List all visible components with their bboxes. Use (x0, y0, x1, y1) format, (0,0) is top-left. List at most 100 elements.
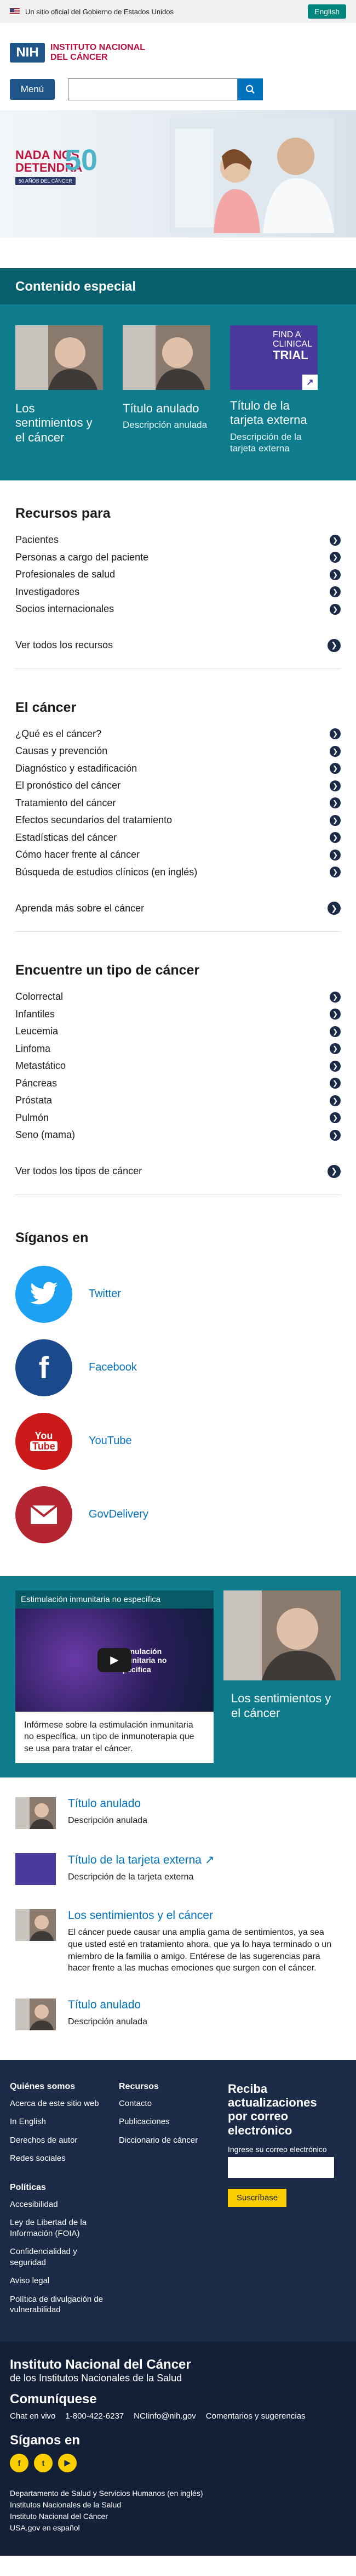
feature-title[interactable]: Título anulado (68, 1998, 147, 2012)
feature-desc: Descripción anulada (68, 2017, 147, 2026)
footer-link[interactable]: Aviso legal (10, 2275, 106, 2286)
chevron-right-icon: ❯ (330, 780, 341, 791)
email-link[interactable]: NCIinfo@nih.gov (134, 2411, 196, 2421)
chevron-right-icon: ❯ (330, 569, 341, 580)
chevron-right-icon: ❯ (330, 763, 341, 774)
list-item[interactable]: Colorrectal ❯ (15, 988, 341, 1006)
footer-link[interactable]: USA.gov en español (10, 2522, 346, 2534)
youtube-link[interactable]: You Tube YouTube (15, 1412, 341, 1470)
list-item[interactable]: Metastático ❯ (15, 1057, 341, 1075)
search-icon (245, 84, 255, 94)
list-item[interactable]: Investigadores ❯ (15, 584, 341, 601)
play-icon[interactable]: ▶ (97, 1647, 131, 1672)
list-item[interactable]: Páncreas ❯ (15, 1075, 341, 1092)
video-desc: Infórmese sobre la estimulación inmunita… (24, 1720, 194, 1753)
external-link-icon: ↗ (204, 1854, 215, 1867)
footer-link[interactable]: Ley de Libertad de la Información (FOIA) (10, 2217, 106, 2239)
feature-item: Título de la tarjeta externa ↗ Descripci… (15, 1853, 341, 1886)
card-titulo-anulado[interactable]: Título anulado Descripción anulada (123, 325, 210, 454)
list-item[interactable]: Seno (mama) ❯ (15, 1126, 341, 1144)
video-player[interactable]: Estimulación inmunitaria no específica ▶ (15, 1608, 214, 1712)
subscribe-button[interactable]: Suscríbase (228, 2188, 287, 2207)
view-all-resources-link[interactable]: Ver todos los recursos ❯ (15, 638, 341, 652)
list-item[interactable]: Socios internacionales ❯ (15, 601, 341, 618)
footer-link[interactable]: Institutos Nacionales de la Salud (10, 2499, 346, 2511)
list-item[interactable]: Personas a cargo del paciente ❯ (15, 549, 341, 567)
chevron-right-icon: ❯ (330, 603, 341, 615)
list-item[interactable]: Infantiles ❯ (15, 1006, 341, 1023)
contact-row: Chat en vivo 1-800-422-6237 NCIinfo@nih.… (10, 2411, 346, 2421)
youtube-icon[interactable]: ▶ (58, 2453, 77, 2472)
footer-col-about: Quiénes somos Acerca de este sitio web I… (10, 2082, 106, 2323)
footer-link[interactable]: In English (10, 2116, 106, 2127)
footer-link[interactable]: Diccionario de cáncer (119, 2135, 215, 2146)
list-item[interactable]: Diagnóstico y estadificación ❯ (15, 760, 341, 778)
list-item[interactable]: Próstata ❯ (15, 1092, 341, 1109)
list-item[interactable]: Profesionales de salud ❯ (15, 566, 341, 584)
search-input[interactable] (68, 78, 238, 100)
feature-title[interactable]: Título anulado (68, 1797, 147, 1810)
footer-link[interactable]: Redes sociales (10, 2153, 106, 2164)
twitter-icon (15, 1265, 72, 1323)
twitter-link[interactable]: Twitter (15, 1265, 341, 1323)
learn-more-cancer-link[interactable]: Aprenda más sobre el cáncer ❯ (15, 902, 341, 915)
english-button[interactable]: English (308, 4, 346, 19)
chevron-right-icon: ❯ (330, 1078, 341, 1089)
govdelivery-link[interactable]: GovDelivery (15, 1486, 341, 1543)
email-field[interactable] (228, 2156, 334, 2178)
list-item[interactable]: Causas y prevención ❯ (15, 743, 341, 760)
view-all-cancer-types-link[interactable]: Ver todos los tipos de cáncer ❯ (15, 1164, 341, 1178)
list-item[interactable]: Pacientes ❯ (15, 531, 341, 549)
list-item[interactable]: ¿Qué es el cáncer? ❯ (15, 726, 341, 743)
footer-link[interactable]: Accesibilidad (10, 2199, 106, 2210)
card-desc: Descripción anulada (123, 420, 208, 431)
feature-item: Título anulado Descripción anulada (15, 1998, 341, 2030)
twitter-icon[interactable]: t (34, 2453, 53, 2472)
gov-banner: Un sitio oficial del Gobierno de Estados… (0, 0, 356, 23)
phone-link[interactable]: 1-800-422-6237 (65, 2411, 124, 2421)
chevron-right-icon: ❯ (330, 728, 341, 740)
list-item[interactable]: Estadísticas del cáncer ❯ (15, 829, 341, 847)
hero-banner[interactable]: NADA NOS DETENDRÁ 50 AÑOS DEL CÁNCER 50 (0, 110, 356, 237)
aside-image (223, 1590, 341, 1680)
list-item[interactable]: El pronóstico del cáncer ❯ (15, 777, 341, 795)
social-title: Síganos en (15, 1230, 89, 1245)
list-item[interactable]: Pulmón ❯ (15, 1109, 341, 1127)
twitter-label: Twitter (89, 1288, 121, 1300)
nci-logo[interactable]: NIH INSTITUTO NACIONAL DEL CÁNCER (10, 43, 346, 63)
footer-link[interactable]: Instituto Nacional del Cáncer (10, 2511, 346, 2522)
list-item[interactable]: Leucemia ❯ (15, 1023, 341, 1040)
follow-title: Síganos en (10, 2432, 81, 2448)
list-item[interactable]: Cómo hacer frente al cáncer ❯ (15, 846, 341, 864)
card-sentimientos[interactable]: Los sentimientos y el cáncer (15, 325, 103, 454)
footer-link[interactable]: Contacto (119, 2098, 215, 2109)
footer-link[interactable]: Departamento de Salud y Servicios Humano… (10, 2488, 346, 2499)
card-external[interactable]: FIND A CLINICAL TRIAL ↗ Título de la tar… (230, 325, 318, 454)
facebook-link[interactable]: f Facebook (15, 1339, 341, 1396)
list-item[interactable]: Tratamiento del cáncer ❯ (15, 795, 341, 812)
aside-card[interactable]: Los sentimientos y el cáncer (223, 1590, 341, 1764)
org-name: Instituto Nacional del Cáncer (10, 2357, 191, 2372)
list-item[interactable]: Linfoma ❯ (15, 1040, 341, 1058)
footer: Quiénes somos Acerca de este sitio web I… (0, 2059, 356, 2342)
footer-col-resources: Recursos Contacto Publicaciones Dicciona… (119, 2082, 215, 2323)
footer-link[interactable]: Confidencialidad y seguridad (10, 2246, 106, 2268)
footer-link[interactable]: Publicaciones (119, 2116, 215, 2127)
comments-link[interactable]: Comentarios y sugerencias (206, 2411, 306, 2421)
card-image (15, 325, 103, 390)
arrow-right-icon: ❯ (328, 1164, 341, 1178)
list-item[interactable]: Efectos secundarios del tratamiento ❯ (15, 812, 341, 829)
footer-link[interactable]: Política de divulgación de vulnerabilida… (10, 2294, 106, 2315)
search-button[interactable] (238, 78, 263, 100)
feature-title[interactable]: Los sentimientos y el cáncer (68, 1909, 341, 1922)
feature-title[interactable]: Título de la tarjeta externa ↗ (68, 1853, 214, 1867)
menu-button[interactable]: Menú (10, 78, 55, 100)
chat-link[interactable]: Chat en vivo (10, 2411, 55, 2421)
chevron-right-icon: ❯ (330, 832, 341, 843)
chevron-right-icon: ❯ (330, 1060, 341, 1072)
footer-link[interactable]: Derechos de autor (10, 2135, 106, 2146)
footer-link[interactable]: Acerca de este sitio web (10, 2098, 106, 2109)
facebook-icon[interactable]: f (10, 2453, 28, 2472)
video-band: Estimulación inmunitaria no específica E… (0, 1576, 356, 1778)
list-item[interactable]: Búsqueda de estudios clínicos (en inglés… (15, 864, 341, 881)
